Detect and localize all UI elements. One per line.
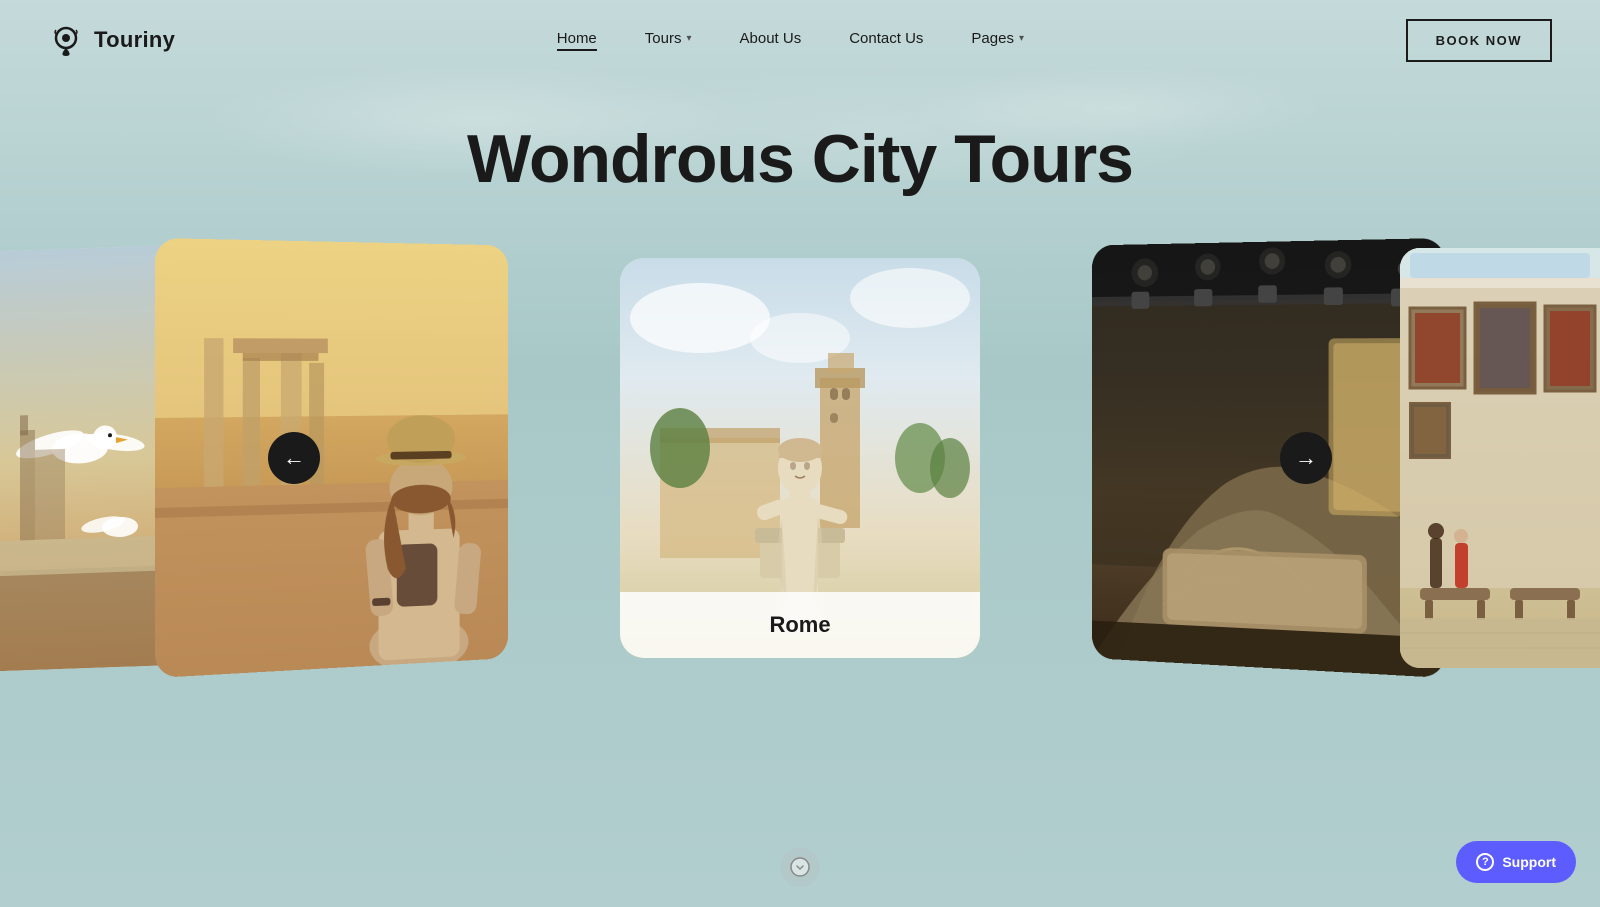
card-left xyxy=(155,238,508,678)
pages-chevron-icon: ▾ xyxy=(1019,33,1024,44)
prev-arrow-icon: ← xyxy=(283,445,305,471)
navbar: Touriny Home Tours ▾ About Us Contact Us… xyxy=(0,0,1600,80)
nav-item-about[interactable]: About Us xyxy=(740,30,802,51)
rome-label: Rome xyxy=(620,592,980,658)
nav-link-pages[interactable]: Pages ▾ xyxy=(971,30,1024,51)
carousel-section: Rome xyxy=(0,228,1600,688)
nav-link-home[interactable]: Home xyxy=(557,30,597,51)
scroll-down-icon xyxy=(790,857,810,877)
hero-section: Wondrous City Tours xyxy=(0,120,1600,198)
book-now-button[interactable]: BOOK NOW xyxy=(1406,19,1552,62)
carousel-track: Rome xyxy=(0,228,1600,688)
next-arrow-icon: → xyxy=(1295,445,1317,471)
card-right xyxy=(1092,238,1445,678)
nav-item-pages[interactable]: Pages ▾ xyxy=(971,30,1024,51)
seagull-image xyxy=(0,245,180,671)
nav-item-home[interactable]: Home xyxy=(557,30,597,51)
gallery-image xyxy=(1400,248,1600,668)
logo-icon xyxy=(48,22,84,58)
logo[interactable]: Touriny xyxy=(48,22,175,58)
support-label: Support xyxy=(1502,854,1556,870)
support-button[interactable]: ? Support xyxy=(1456,841,1576,883)
rome-label-text: Rome xyxy=(769,612,830,637)
museum-image xyxy=(1092,238,1445,678)
nav-item-contact[interactable]: Contact Us xyxy=(849,30,923,51)
hero-title: Wondrous City Tours xyxy=(0,120,1600,198)
nav-item-tours[interactable]: Tours ▾ xyxy=(645,30,692,51)
nav-link-tours[interactable]: Tours ▾ xyxy=(645,30,692,51)
next-arrow-button[interactable]: → xyxy=(1280,432,1332,484)
nav-link-about[interactable]: About Us xyxy=(740,30,802,51)
nav-links: Home Tours ▾ About Us Contact Us Pages ▾ xyxy=(557,30,1024,51)
prev-arrow-button[interactable]: ← xyxy=(268,432,320,484)
card-far-left xyxy=(0,245,180,671)
support-icon: ? xyxy=(1476,853,1494,871)
ruins-image xyxy=(155,238,508,678)
scroll-indicator[interactable] xyxy=(780,847,820,887)
nav-link-contact[interactable]: Contact Us xyxy=(849,30,923,51)
card-center[interactable]: Rome xyxy=(620,258,980,658)
logo-text: Touriny xyxy=(94,27,175,53)
card-far-right xyxy=(1400,248,1600,668)
tours-chevron-icon: ▾ xyxy=(686,33,691,44)
